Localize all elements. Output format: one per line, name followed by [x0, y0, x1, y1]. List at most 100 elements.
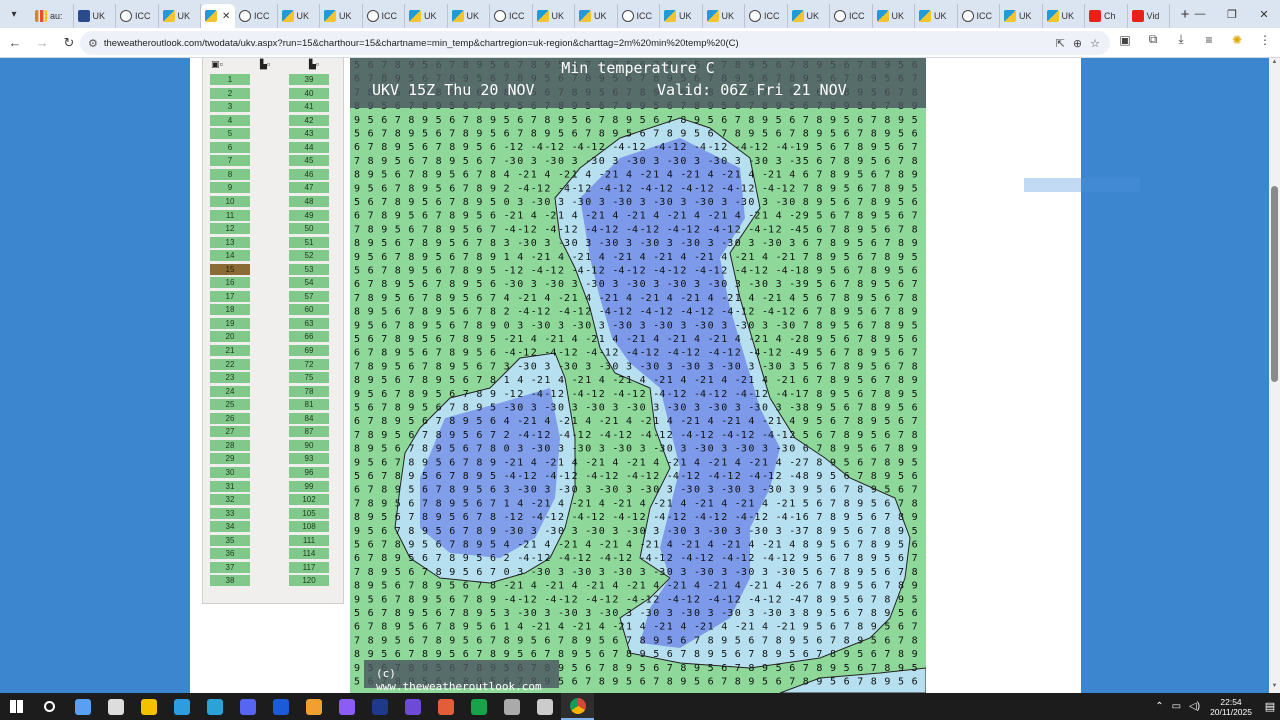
browser-tab[interactable]: UK: [74, 4, 116, 28]
profile-avatar-icon[interactable]: ✺: [1228, 33, 1246, 47]
maximize-button[interactable]: ❐: [1216, 0, 1248, 28]
forward-icon[interactable]: →: [30, 31, 54, 55]
edge-icon[interactable]: [165, 693, 198, 720]
hour-button[interactable]: 41: [289, 101, 329, 113]
hour-button[interactable]: 23: [210, 372, 250, 384]
hour-button[interactable]: 15: [210, 263, 250, 275]
browser-tab[interactable]: ICC: [235, 4, 278, 28]
windows-start-icon[interactable]: [0, 693, 33, 720]
browser-tab[interactable]: UK: [159, 4, 201, 28]
hour-button[interactable]: 19: [210, 317, 250, 329]
hour-button[interactable]: 3: [210, 101, 250, 113]
hour-button[interactable]: 45: [289, 155, 329, 167]
hour-button[interactable]: 75: [289, 372, 329, 384]
game-icon[interactable]: [495, 693, 528, 720]
hour-button[interactable]: 43: [289, 128, 329, 140]
hour-button[interactable]: 14: [210, 250, 250, 262]
hour-button[interactable]: 50: [289, 223, 329, 235]
hour-button[interactable]: 40: [289, 87, 329, 99]
hour-button[interactable]: 18: [210, 304, 250, 316]
search-icon[interactable]: [33, 693, 66, 720]
hour-button[interactable]: 11: [210, 209, 250, 221]
hour-button[interactable]: 12: [210, 223, 250, 235]
scroll-up-icon[interactable]: ▲: [1270, 59, 1279, 68]
hour-button[interactable]: 5: [210, 128, 250, 140]
zoom-icon[interactable]: ⊕: [1073, 37, 1082, 50]
hour-button[interactable]: 13: [210, 236, 250, 248]
hour-button[interactable]: 96: [289, 466, 329, 478]
hour-button[interactable]: 52: [289, 250, 329, 262]
browser-tab[interactable]: UK: [703, 4, 745, 28]
browser-tab[interactable]: UK: [575, 4, 618, 28]
volume-icon[interactable]: ◁): [1189, 701, 1200, 712]
column-expand-icon[interactable]: ▙▫: [309, 59, 323, 71]
obs-icon[interactable]: [396, 693, 429, 720]
browser-tab[interactable]: UK: [405, 4, 448, 28]
hour-button[interactable]: 53: [289, 263, 329, 275]
hour-button[interactable]: 22: [210, 358, 250, 370]
browser-tab[interactable]: ICC: [490, 4, 533, 28]
hour-button[interactable]: 90: [289, 439, 329, 451]
hour-button[interactable]: 44: [289, 141, 329, 153]
hour-button[interactable]: 38: [210, 575, 250, 587]
browser-tab[interactable]: ICC: [116, 4, 159, 28]
browser-tab[interactable]: UK: [448, 4, 490, 28]
hour-button[interactable]: 2: [210, 87, 250, 99]
browser-tab[interactable]: UK: [278, 4, 320, 28]
draw-icon[interactable]: [429, 693, 462, 720]
browser-tab[interactable]: UK: [873, 4, 915, 28]
site-info-icon[interactable]: ⚙: [88, 37, 98, 50]
photos-icon[interactable]: [297, 693, 330, 720]
hour-button[interactable]: 60: [289, 304, 329, 316]
hour-button[interactable]: 10: [210, 195, 250, 207]
copilot-icon[interactable]: [66, 693, 99, 720]
telegram-icon[interactable]: [198, 693, 231, 720]
hour-button[interactable]: 4: [210, 114, 250, 126]
hour-button[interactable]: 69: [289, 345, 329, 356]
close-tab-icon[interactable]: ✕: [222, 11, 230, 22]
browser-tab[interactable]: Ch: [1085, 4, 1128, 28]
scrollbar-thumb[interactable]: [1271, 186, 1278, 382]
browser-tab[interactable]: UK: [1000, 4, 1043, 28]
hour-button[interactable]: 66: [289, 331, 329, 343]
hour-button[interactable]: 78: [289, 385, 329, 397]
hour-button[interactable]: 17: [210, 290, 250, 302]
hour-button[interactable]: 46: [289, 168, 329, 180]
hour-button[interactable]: 1: [210, 74, 250, 85]
capture-icon[interactable]: [462, 693, 495, 720]
media-icon[interactable]: [330, 693, 363, 720]
hour-button[interactable]: 6: [210, 141, 250, 153]
minimize-button[interactable]: —: [1184, 0, 1216, 28]
photoshop-icon[interactable]: [363, 693, 396, 720]
scroll-down-icon[interactable]: ▼: [1270, 683, 1279, 692]
hour-button[interactable]: 36: [210, 548, 250, 560]
discord-icon[interactable]: [231, 693, 264, 720]
browser-tab[interactable]: UK: [533, 4, 575, 28]
weather-map[interactable]: 5678956789567895678956789567895678956789…: [350, 58, 926, 693]
hour-button[interactable]: 16: [210, 277, 250, 289]
hour-button[interactable]: 29: [210, 453, 250, 465]
hour-button[interactable]: 31: [210, 480, 250, 492]
hour-button[interactable]: 84: [289, 412, 329, 424]
bookmark-star-icon[interactable]: ☆: [1090, 37, 1100, 50]
browser-tab[interactable]: ✕: [201, 4, 235, 28]
browser-tab[interactable]: ICC: [363, 4, 405, 28]
hour-button[interactable]: 120: [289, 575, 329, 587]
faint-overlay-button[interactable]: [1024, 178, 1140, 192]
tray-overflow-icon[interactable]: ⌃: [1155, 701, 1163, 712]
hour-button[interactable]: 54: [289, 277, 329, 289]
browser-tab[interactable]: ICC: [745, 4, 788, 28]
hour-button[interactable]: 117: [289, 561, 329, 573]
hour-button[interactable]: 72: [289, 358, 329, 370]
url-text[interactable]: theweatheroutlook.com/twodata/ukv.aspx?r…: [104, 38, 1056, 49]
hour-button[interactable]: 37: [210, 561, 250, 573]
browser-tab[interactable]: ICC: [958, 4, 1000, 28]
hour-button[interactable]: 26: [210, 412, 250, 424]
media-control-icon[interactable]: ≡: [1200, 33, 1218, 47]
hour-button[interactable]: 30: [210, 466, 250, 478]
files-icon[interactable]: [99, 693, 132, 720]
browser-tab[interactable]: UK: [1043, 4, 1085, 28]
back-icon[interactable]: ←: [3, 31, 27, 55]
page-scrollbar[interactable]: ▲ ▼: [1269, 58, 1280, 693]
menu-icon[interactable]: ⋮: [1256, 33, 1274, 47]
